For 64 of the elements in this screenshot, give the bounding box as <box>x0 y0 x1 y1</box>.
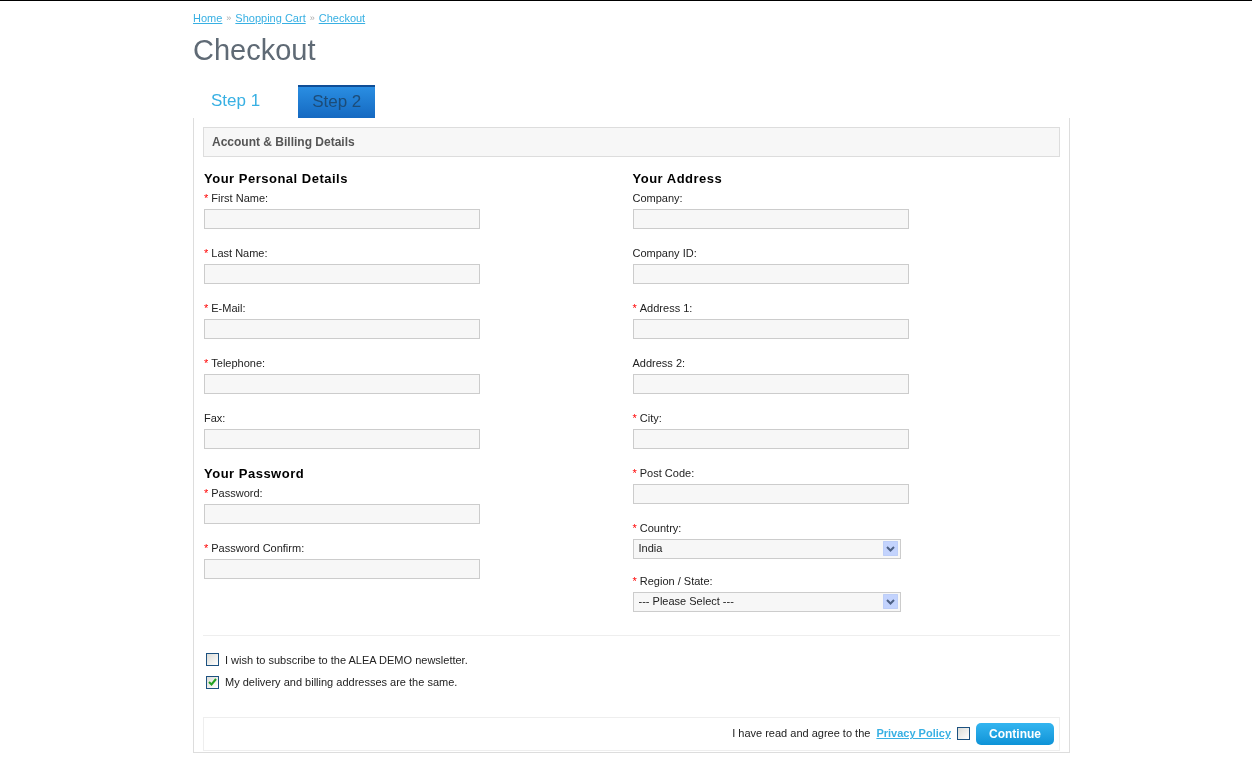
section-heading: Your Password <box>204 465 306 482</box>
field-label: Country: <box>639 520 682 535</box>
section-header: Account & Billing Details <box>203 126 1060 157</box>
field-label: City: <box>639 410 662 425</box>
required-mark: * <box>204 540 209 555</box>
agreement-text: I have read and agree to the <box>732 726 871 742</box>
required-mark: * <box>632 573 637 588</box>
dropdown-arrow-icon <box>882 594 898 609</box>
field-label: Fax: <box>204 410 226 425</box>
field-label: E-Mail: <box>211 300 246 315</box>
field-label: Post Code: <box>639 465 695 480</box>
text-field[interactable] <box>204 428 480 449</box>
field-label: Region / State: <box>639 573 713 588</box>
step-tab[interactable]: Step 2 <box>298 84 376 118</box>
section-heading: Your Address <box>632 170 724 187</box>
required-mark: * <box>632 520 637 535</box>
required-mark: * <box>632 300 637 315</box>
select-field[interactable]: India <box>632 538 901 559</box>
field-label: Company ID: <box>632 245 697 260</box>
continue-button[interactable]: Continue <box>976 722 1054 745</box>
text-field[interactable] <box>632 373 909 394</box>
required-mark: * <box>632 410 637 425</box>
required-mark: * <box>204 300 209 315</box>
breadcrumb-link[interactable]: Checkout <box>318 10 366 27</box>
text-field[interactable] <box>632 428 909 449</box>
text-field[interactable] <box>632 208 909 229</box>
privacy-policy-link[interactable]: Privacy Policy <box>876 725 951 742</box>
field-label: Company: <box>632 190 683 205</box>
field-label: Password Confirm: <box>211 540 305 555</box>
required-mark: * <box>204 355 209 370</box>
required-mark: * <box>632 465 637 480</box>
checkbox[interactable] <box>206 653 219 667</box>
checkmark-icon <box>208 678 217 687</box>
select-field[interactable]: --- Please Select --- <box>632 591 901 612</box>
step-tab[interactable]: Step 1 <box>197 84 275 118</box>
text-field[interactable] <box>632 263 909 284</box>
text-field[interactable] <box>204 503 480 524</box>
text-field[interactable] <box>204 263 480 284</box>
text-field[interactable] <box>632 318 909 339</box>
field-label: First Name: <box>211 190 269 205</box>
breadcrumb-separator: » <box>309 11 315 25</box>
checkbox-label: My delivery and billing addresses are the same. <box>225 675 458 690</box>
text-field[interactable] <box>204 373 480 394</box>
field-label: Telephone: <box>211 355 266 370</box>
dropdown-arrow-icon <box>882 541 898 556</box>
page-title: Checkout <box>193 32 317 67</box>
section-heading: Your Personal Details <box>204 170 349 187</box>
required-mark: * <box>204 485 209 500</box>
text-field[interactable] <box>204 558 480 579</box>
text-field[interactable] <box>632 483 909 504</box>
required-mark: * <box>204 245 209 260</box>
breadcrumb-separator: » <box>226 11 232 25</box>
breadcrumb-link[interactable]: Home <box>193 10 223 27</box>
field-label: Address 2: <box>632 355 686 370</box>
checked-checkbox[interactable] <box>206 675 219 689</box>
text-field[interactable] <box>204 318 480 339</box>
field-label: Password: <box>211 485 263 500</box>
checkbox-label: I wish to subscribe to the ALEA DEMO newsletter. <box>225 652 468 668</box>
field-label: Last Name: <box>211 245 268 260</box>
checkbox[interactable] <box>957 727 970 740</box>
required-mark: * <box>204 190 209 205</box>
breadcrumb-link[interactable]: Shopping Cart <box>235 10 306 27</box>
field-label: Address 1: <box>639 300 693 315</box>
text-field[interactable] <box>204 208 480 229</box>
